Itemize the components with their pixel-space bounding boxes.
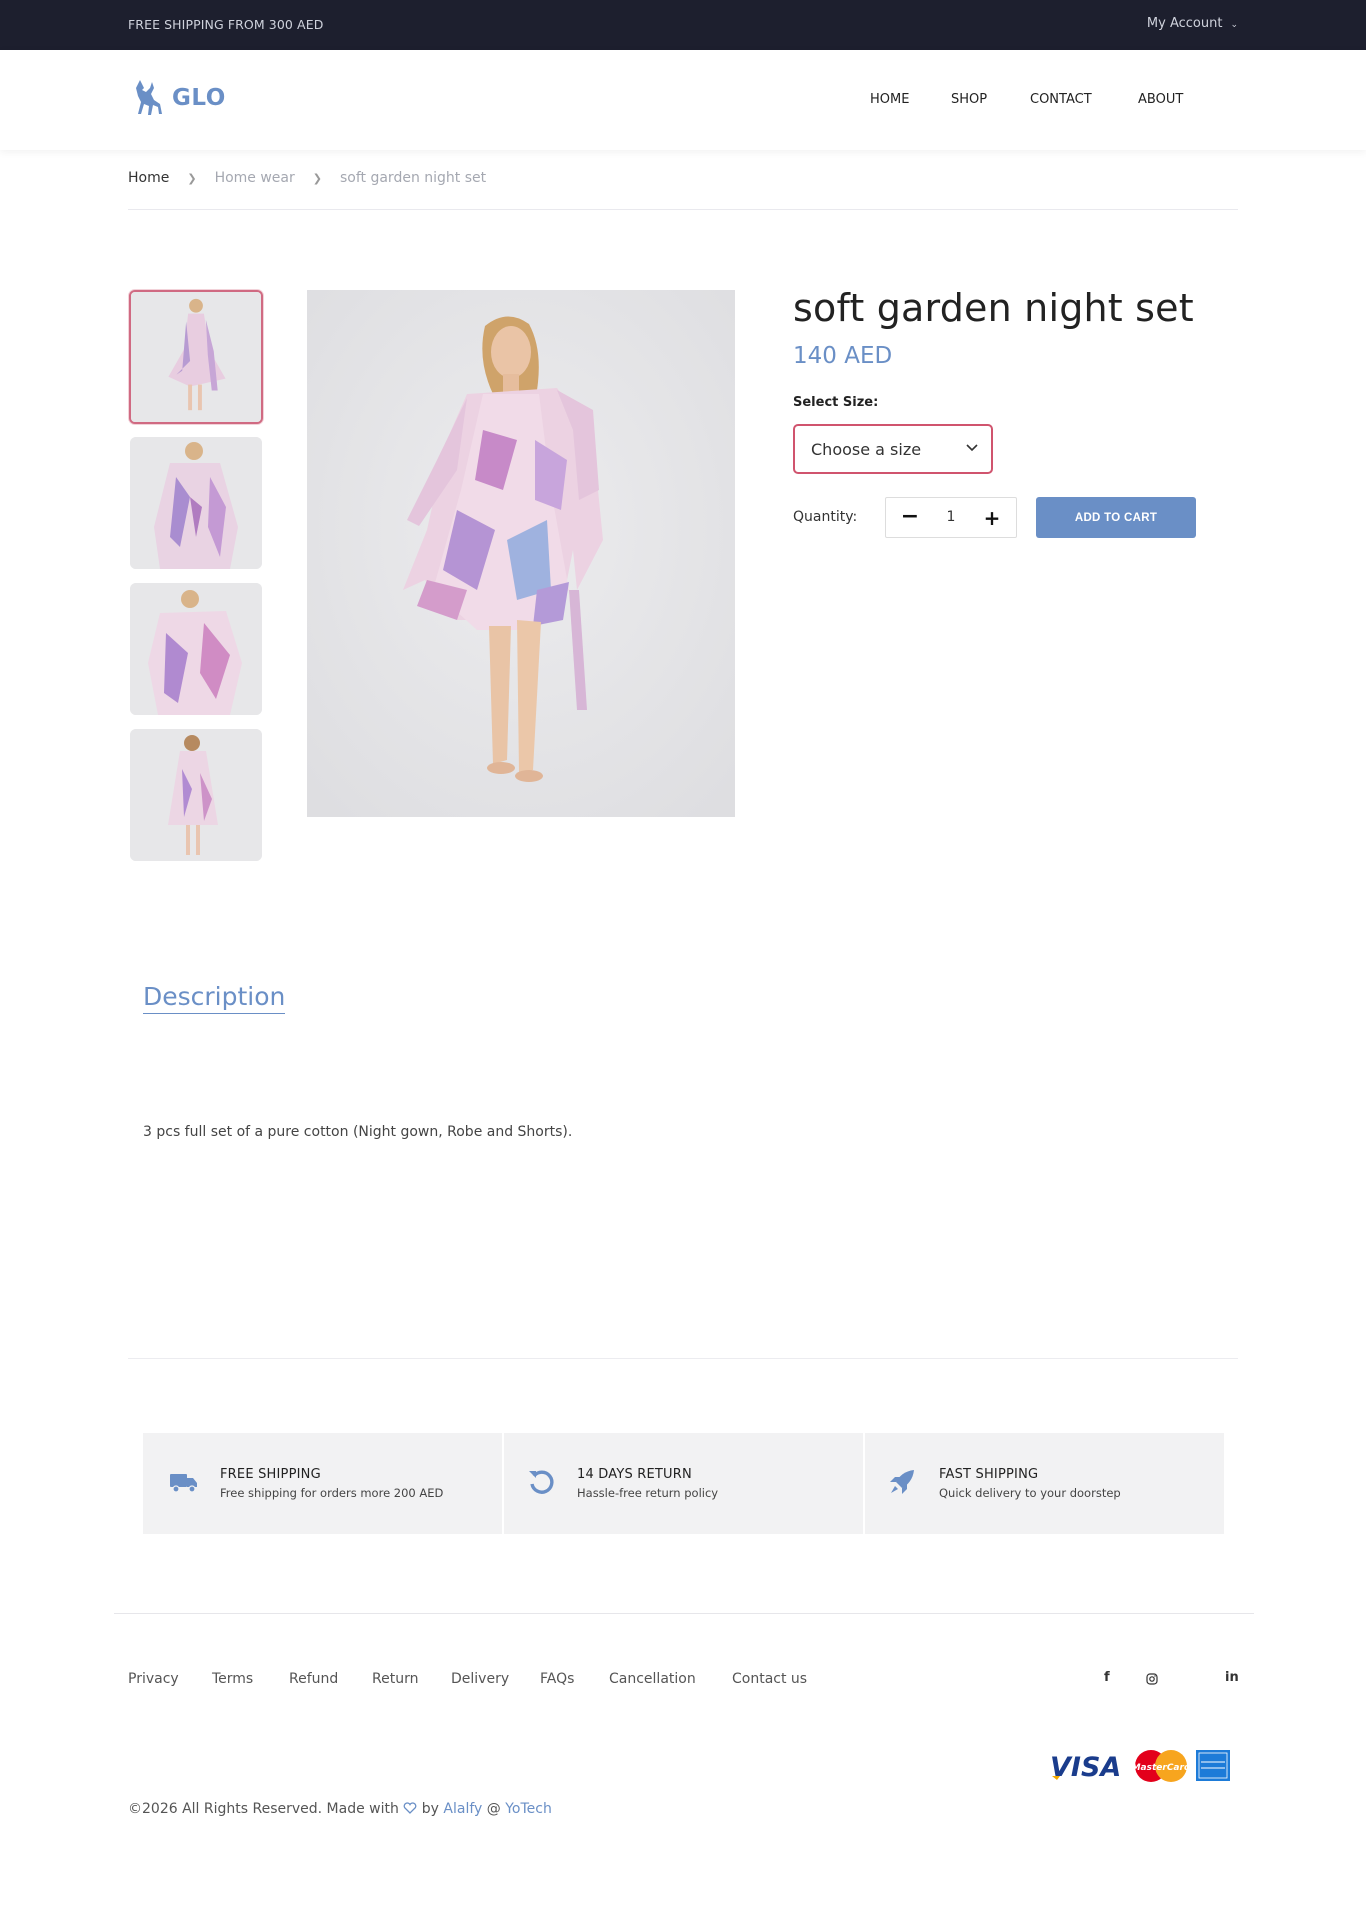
my-account-label: My Account [1146,16,1223,31]
footer-link-delivery[interactable]: Delivery [451,1671,509,1687]
product-main-image[interactable] [307,290,735,817]
product-photo-thumb [131,292,261,422]
footer-link-refund[interactable]: Refund [289,1671,338,1687]
svg-text:VISA: VISA [1050,1752,1121,1783]
feature-title: FAST SHIPPING [939,1467,1039,1482]
size-select-value: Choose a size [811,439,922,459]
svg-text:MasterCard: MasterCard [1132,1763,1191,1773]
feature-free-shipping: FREE SHIPPING Free shipping for orders m… [143,1433,502,1534]
payment-logos: VISA MasterCard [1050,1750,1230,1783]
quantity-input[interactable]: 1 [936,509,966,525]
feature-subtitle: Quick delivery to your doorstep [939,1486,1121,1500]
description-text: 3 pcs full set of a pure cotton (Night g… [143,1124,573,1140]
product-photo-thumb [130,729,262,861]
breadcrumb-category[interactable]: Home wear [215,170,295,186]
feature-fast-shipping: FAST SHIPPING Quick delivery to your doo… [865,1433,1224,1534]
footer-link-faqs[interactable]: FAQs [540,1671,574,1687]
heart-icon [403,1802,417,1814]
instagram-icon[interactable] [1146,1673,1158,1685]
quantity-label: Quantity: [793,509,858,525]
brand-name: GLO [172,85,226,111]
footer-link-cancellation[interactable]: Cancellation [609,1671,696,1687]
quantity-increase-button[interactable]: + [978,504,1006,532]
chevron-down-icon [966,444,978,452]
chevron-down-icon: ⌄ [1230,19,1238,30]
tab-description[interactable]: Description [143,982,286,1014]
size-select[interactable]: Choose a size [793,424,993,474]
brand-logo[interactable]: GLO [132,78,226,118]
add-to-cart-button[interactable]: ADD TO CART [1036,497,1196,538]
divider [114,1613,1254,1614]
divider [128,1358,1238,1359]
product-photo [307,290,735,817]
nav-contact[interactable]: CONTACT [1030,92,1092,107]
rocket-icon [890,1470,914,1494]
divider [128,209,1238,210]
shipping-notice: FREE SHIPPING FROM 300 AED [128,17,324,32]
footer-link-contact[interactable]: Contact us [732,1671,807,1687]
feature-subtitle: Free shipping for orders more 200 AED [220,1486,444,1500]
truck-icon [170,1474,197,1493]
site-header: GLO HOME SHOP CONTACT ABOUT [0,50,1366,150]
chevron-right-icon: ❯ [312,171,322,185]
nav-shop[interactable]: SHOP [951,92,987,107]
product-photo-thumb [130,437,262,569]
footer-link-privacy[interactable]: Privacy [128,1671,179,1687]
product-thumbnail[interactable] [130,729,262,861]
footer-link-return[interactable]: Return [372,1671,418,1687]
nav-about[interactable]: ABOUT [1138,92,1183,107]
company-link[interactable]: YoTech [505,1801,552,1817]
features-strip: FREE SHIPPING Free shipping for orders m… [143,1433,1224,1534]
size-label: Select Size: [793,395,879,410]
chevron-right-icon: ❯ [187,171,197,185]
linkedin-icon[interactable]: in [1225,1670,1239,1685]
copyright-by: by [421,1801,439,1817]
deer-logo-icon [136,80,162,115]
feature-title: FREE SHIPPING [220,1467,321,1482]
amex-logo [1196,1750,1230,1781]
feature-title: 14 DAYS RETURN [577,1467,692,1482]
footer-link-terms[interactable]: Terms [212,1671,253,1687]
product-photo-thumb [130,583,262,715]
quantity-stepper: − 1 + [885,497,1017,538]
product-thumbnail[interactable] [129,290,263,424]
quantity-decrease-button[interactable]: − [896,504,924,532]
facebook-icon[interactable]: f [1104,1670,1110,1685]
feature-subtitle: Hassle-free return policy [577,1486,719,1500]
top-bar: FREE SHIPPING FROM 300 AED My Account ⌄ [0,0,1366,50]
product-thumbnail[interactable] [130,437,262,569]
copyright-prefix: ©2026 All Rights Reserved. Made with [128,1801,399,1817]
visa-logo: VISA [1050,1752,1121,1783]
mastercard-logo: MasterCard [1132,1750,1191,1782]
breadcrumb-home[interactable]: Home [128,170,169,186]
product-title: soft garden night set [793,286,1194,330]
product-price: 140 AED [793,343,893,369]
copyright-at: @ [486,1801,501,1817]
undo-icon [529,1470,554,1494]
my-account-menu[interactable]: My Account ⌄ [1147,16,1238,31]
copyright: ©2026 All Rights Reserved. Made with by … [128,1801,552,1817]
author-link[interactable]: Alalfy [443,1801,482,1817]
breadcrumb: Home ❯ Home wear ❯ soft garden night set [128,170,486,186]
feature-return: 14 DAYS RETURN Hassle-free return policy [504,1433,863,1534]
product-thumbnail[interactable] [130,583,262,715]
nav-home[interactable]: HOME [870,92,909,107]
breadcrumb-current: soft garden night set [339,170,487,186]
